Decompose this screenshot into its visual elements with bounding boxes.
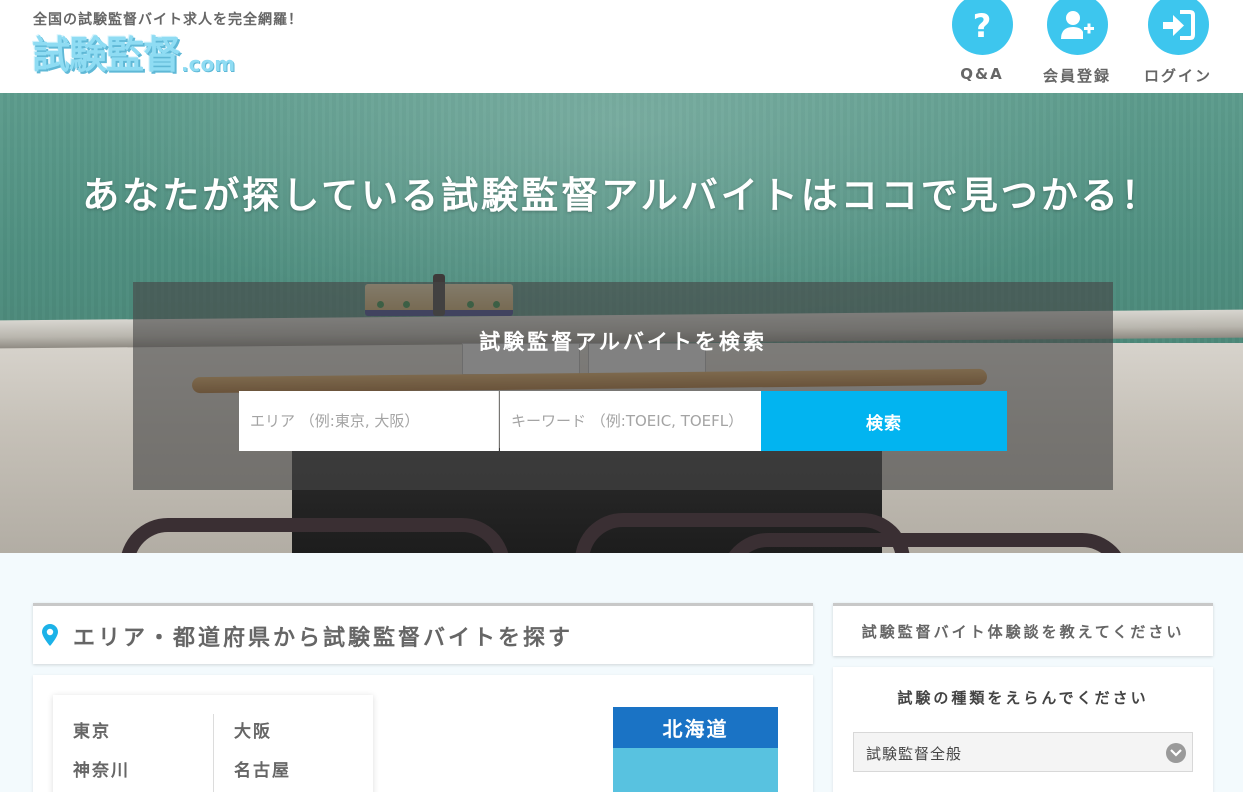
area-section-title: エリア・都道府県から試験監督バイトを探す bbox=[73, 626, 574, 651]
region-item-sapporo[interactable]: 札幌 bbox=[613, 788, 778, 792]
nav-qa[interactable]: ? Q&A bbox=[934, 0, 1030, 93]
nav-register-label: 会員登録 bbox=[1042, 67, 1111, 85]
nav-login-label: ログイン bbox=[1143, 67, 1212, 85]
site-tagline: 全国の試験監督バイト求人を完全網羅！ bbox=[33, 12, 303, 28]
exam-type-select[interactable]: 試験監督全般 bbox=[853, 732, 1193, 772]
logo-main-text: 試験監督 bbox=[32, 33, 181, 77]
keyword-search-input[interactable] bbox=[500, 391, 761, 451]
city-link-kanagawa[interactable]: 神奈川 bbox=[73, 756, 130, 781]
chair-image bbox=[120, 518, 510, 553]
add-user-icon[interactable] bbox=[1046, 0, 1108, 55]
site-logo[interactable]: 試験監督 .com bbox=[32, 28, 235, 74]
hero-section: あなたが探している試験監督アルバイトはココで見つかる！ 試験監督アルバイトを検索… bbox=[0, 93, 1243, 553]
svg-text:?: ? bbox=[973, 8, 992, 42]
exam-type-prompt: 試験の種類をえらんでください bbox=[897, 689, 1149, 707]
search-title: 試験監督アルバイトを検索 bbox=[479, 330, 767, 354]
experience-header-title: 試験監督バイト体験談を教えてください bbox=[861, 623, 1185, 641]
area-section-header: エリア・都道府県から試験監督バイトを探す bbox=[33, 603, 813, 664]
hero-title: あなたが探している試験監督アルバイトはココで見つかる！ bbox=[82, 174, 1161, 217]
region-box-hokkaido: 北海道 札幌 bbox=[613, 707, 778, 792]
experience-body: 試験の種類をえらんでください 試験監督全般 bbox=[833, 667, 1213, 792]
area-section-body: 東京 大阪 神奈川 名古屋 北海道 札幌 bbox=[33, 675, 813, 792]
chevron-down-icon bbox=[1166, 743, 1186, 763]
city-link-tokyo[interactable]: 東京 bbox=[73, 717, 111, 742]
search-panel: 試験監督アルバイトを検索 検索 bbox=[133, 282, 1113, 490]
major-cities-box: 東京 大阪 神奈川 名古屋 bbox=[53, 695, 373, 792]
map-pin-icon bbox=[42, 624, 58, 646]
experience-header: 試験監督バイト体験談を教えてください bbox=[833, 603, 1213, 656]
nav-register[interactable]: 会員登録 bbox=[1029, 0, 1125, 93]
nav-login[interactable]: ログイン bbox=[1130, 0, 1226, 93]
login-icon[interactable] bbox=[1147, 0, 1209, 55]
region-title[interactable]: 北海道 bbox=[613, 707, 778, 748]
city-link-osaka[interactable]: 大阪 bbox=[234, 717, 272, 742]
search-button[interactable]: 検索 bbox=[761, 391, 1007, 451]
question-icon[interactable]: ? bbox=[951, 0, 1013, 55]
site-header: 全国の試験監督バイト求人を完全網羅！ 試験監督 .com ? Q&A 会員登録 bbox=[0, 0, 1243, 93]
nav-qa-label: Q&A bbox=[960, 65, 1004, 83]
exam-type-selected-value: 試験監督全般 bbox=[866, 745, 963, 763]
logo-sub-text: .com bbox=[181, 52, 236, 76]
divider bbox=[213, 714, 214, 792]
area-search-input[interactable] bbox=[239, 391, 499, 451]
chair-image bbox=[720, 533, 1130, 553]
city-link-nagoya[interactable]: 名古屋 bbox=[234, 756, 291, 781]
